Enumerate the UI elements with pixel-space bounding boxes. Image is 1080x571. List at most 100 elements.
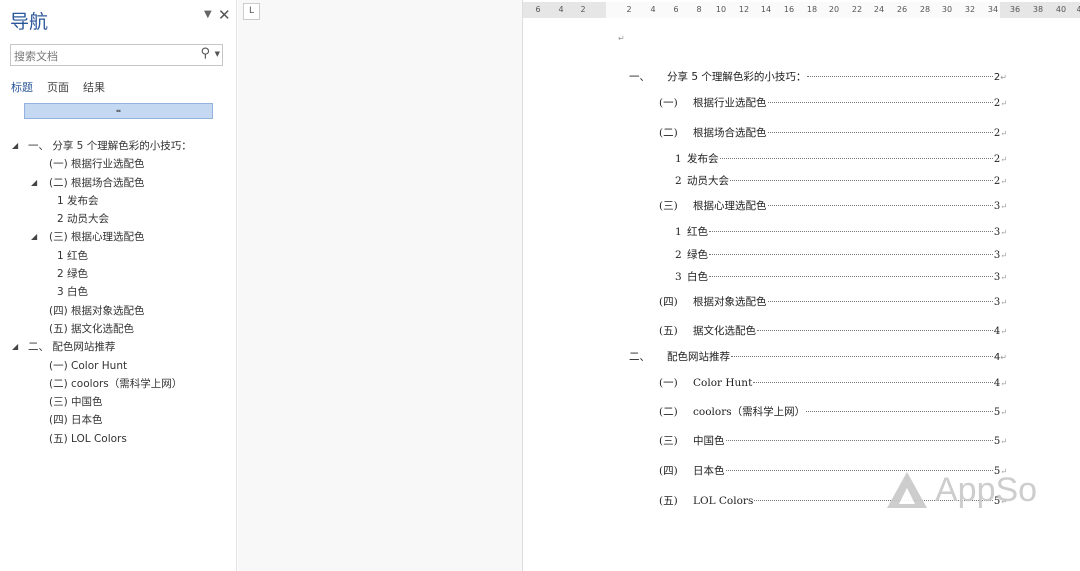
nav-heading-label: (一) 根据行业选配色 — [49, 158, 145, 171]
nav-heading-item[interactable]: (一) 根据行业选配色 — [0, 155, 237, 173]
toc-number: (一) — [659, 97, 678, 109]
ruler-tick-label: 16 — [783, 5, 795, 14]
toc-entry[interactable]: 一、 分享 5 个理解色彩的小技巧： 2 ↵ — [629, 69, 1007, 84]
pane-options-icon[interactable]: ▼ — [204, 9, 212, 20]
paragraph-mark: ↵ — [1000, 353, 1007, 362]
nav-heading-item[interactable]: 3 白色 — [0, 283, 237, 301]
dot-leader — [731, 356, 993, 357]
paragraph-mark: ↵ — [1000, 99, 1007, 108]
search-input[interactable]: 搜索文档 ⚲ ▼ — [10, 44, 223, 66]
nav-heading-item[interactable]: 2 动员大会 — [0, 210, 237, 228]
tab-pages[interactable]: 页面 — [47, 79, 69, 95]
nav-heading-item[interactable]: ◢ 一、 分享 5 个理解色彩的小技巧： — [0, 137, 237, 155]
collapse-heading-bar[interactable]: ≖ — [24, 103, 213, 119]
toc-text: 中国色 — [693, 435, 725, 447]
search-placeholder: 搜索文档 — [14, 50, 58, 63]
ruler-tick-label: 12 — [738, 5, 750, 14]
dot-leader — [709, 276, 993, 277]
nav-heading-item[interactable]: (一) Color Hunt — [0, 357, 237, 375]
ruler-tick-label: 18 — [806, 5, 818, 14]
paragraph-mark: ↵ — [1000, 298, 1007, 307]
nav-heading-label: (四) 日本色 — [49, 414, 103, 427]
toc-entry[interactable]: 2 动员大会 2 ↵ — [675, 173, 1007, 188]
toc-number: (二) — [659, 406, 678, 418]
toc-number: 2 — [675, 249, 682, 261]
toc-number: (三) — [659, 200, 678, 212]
ruler-tick-label: 2 — [626, 5, 632, 14]
toc-text: 据文化选配色 — [693, 325, 756, 337]
dot-leader — [767, 205, 993, 206]
dot-leader — [767, 102, 993, 103]
search-icon[interactable]: ⚲ — [200, 46, 210, 61]
paragraph-mark: ↵ — [1000, 202, 1007, 211]
paragraph-mark: ↵ — [1000, 73, 1007, 82]
paragraph-mark: ↵ — [1000, 177, 1007, 186]
nav-heading-label: (一) Color Hunt — [49, 359, 128, 372]
toc-entry[interactable]: 1 红色 3 ↵ — [675, 224, 1007, 239]
nav-heading-label: (五) 据文化选配色 — [49, 322, 135, 335]
ruler-tick-label: 22 — [851, 5, 863, 14]
ruler-tick-label: 30 — [941, 5, 953, 14]
paragraph-mark: ↵ — [1000, 379, 1007, 388]
nav-heading-label: 1 红色 — [57, 249, 89, 262]
nav-heading-item[interactable]: (五) 据文化选配色 — [0, 320, 237, 338]
toc-entry[interactable]: (四) 根据对象选配色 3 ↵ — [659, 294, 1007, 309]
nav-heading-item[interactable]: 1 红色 — [0, 247, 237, 265]
nav-heading-item[interactable]: 2 绿色 — [0, 265, 237, 283]
tab-headings[interactable]: 标题 — [11, 79, 33, 95]
nav-heading-label: 2 绿色 — [57, 268, 89, 281]
nav-heading-label: 1 发布会 — [57, 194, 99, 207]
dot-leader — [767, 301, 993, 302]
nav-title: 导航 — [10, 11, 49, 33]
toc-entry[interactable]: 3 白色 3 ↵ — [675, 269, 1007, 284]
toc-entry[interactable]: 2 绿色 3 ↵ — [675, 247, 1007, 262]
dot-leader — [767, 132, 993, 133]
ruler-tick-label: 14 — [760, 5, 772, 14]
toc-text: LOL Colors — [693, 495, 754, 507]
nav-heading-item[interactable]: (四) 日本色 — [0, 411, 237, 429]
nav-heading-item[interactable]: (五) LOL Colors — [0, 430, 237, 448]
nav-heading-item[interactable]: ◢ 二、 配色网站推荐 — [0, 338, 237, 356]
dot-leader — [757, 330, 993, 331]
chevron-down-icon[interactable]: ▼ — [215, 50, 220, 58]
nav-heading-item[interactable]: ◢ (二) 根据场合选配色 — [0, 174, 237, 192]
expand-triangle-icon[interactable]: ◢ — [31, 228, 37, 246]
tab-selector-button[interactable]: L — [243, 3, 260, 20]
toc-entry[interactable]: (一) Color Hunt 4 ↵ — [659, 375, 1007, 390]
nav-heading-item[interactable]: (三) 中国色 — [0, 393, 237, 411]
ruler-tick-label: 40 — [1055, 5, 1067, 14]
toc-text: 分享 5 个理解色彩的小技巧： — [667, 71, 807, 83]
toc-text: 根据心理选配色 — [693, 200, 767, 212]
toc-entry[interactable]: (三) 根据心理选配色 3 ↵ — [659, 198, 1007, 213]
toc-entry[interactable]: (二) coolors（需科学上网） 5 ↵ — [659, 404, 1007, 419]
toc-number: 2 — [675, 175, 682, 187]
toc-text: 日本色 — [693, 465, 725, 477]
paragraph-mark: ↵ — [1000, 155, 1007, 164]
nav-heading-label: 二、 配色网站推荐 — [28, 341, 116, 354]
ruler-tick-label: 26 — [896, 5, 908, 14]
toc-entry[interactable]: 二、 配色网站推荐 4 ↵ — [629, 349, 1007, 364]
nav-heading-item[interactable]: (四) 根据对象选配色 — [0, 302, 237, 320]
horizontal-ruler[interactable]: 6 4 2 2 4 6 8 10 12 14 16 18 20 22 24 26 28 30 32 34 36 38 40 4 — [523, 2, 1080, 18]
ruler-tick-label: 6 — [535, 5, 541, 14]
toc-entry[interactable]: (二) 根据场合选配色 2 ↵ — [659, 125, 1007, 140]
toc-entry[interactable]: (五) 据文化选配色 4 ↵ — [659, 323, 1007, 338]
expand-triangle-icon[interactable]: ◢ — [12, 338, 18, 356]
toc-number: (三) — [659, 435, 678, 447]
nav-heading-item[interactable]: 1 发布会 — [0, 192, 237, 210]
navigation-pane: 导航 ▼ ✕ 搜索文档 ⚲ ▼ 标题 页面 结果 ≖ ◢ 一、 分享 5 个理解色… — [0, 0, 237, 571]
nav-heading-label: 3 白色 — [57, 286, 89, 299]
toc-entry[interactable]: (一) 根据行业选配色 2 ↵ — [659, 95, 1007, 110]
expand-triangle-icon[interactable]: ◢ — [12, 137, 18, 155]
expand-triangle-icon[interactable]: ◢ — [31, 174, 37, 192]
tab-results[interactable]: 结果 — [83, 79, 105, 95]
close-icon[interactable]: ✕ — [218, 6, 231, 24]
nav-heading-item[interactable]: (二) coolors（需科学上网） — [0, 375, 237, 393]
nav-heading-label: (五) LOL Colors — [49, 432, 127, 445]
toc-entry[interactable]: (三) 中国色 5 ↵ — [659, 433, 1007, 448]
toc-entry[interactable]: 1 发布会 2 ↵ — [675, 151, 1007, 166]
toc-number: 3 — [675, 271, 682, 283]
ruler-tick-label: 36 — [1009, 5, 1021, 14]
nav-heading-item[interactable]: ◢ (三) 根据心理选配色 — [0, 228, 237, 246]
toc-number: 一、 — [629, 71, 650, 83]
